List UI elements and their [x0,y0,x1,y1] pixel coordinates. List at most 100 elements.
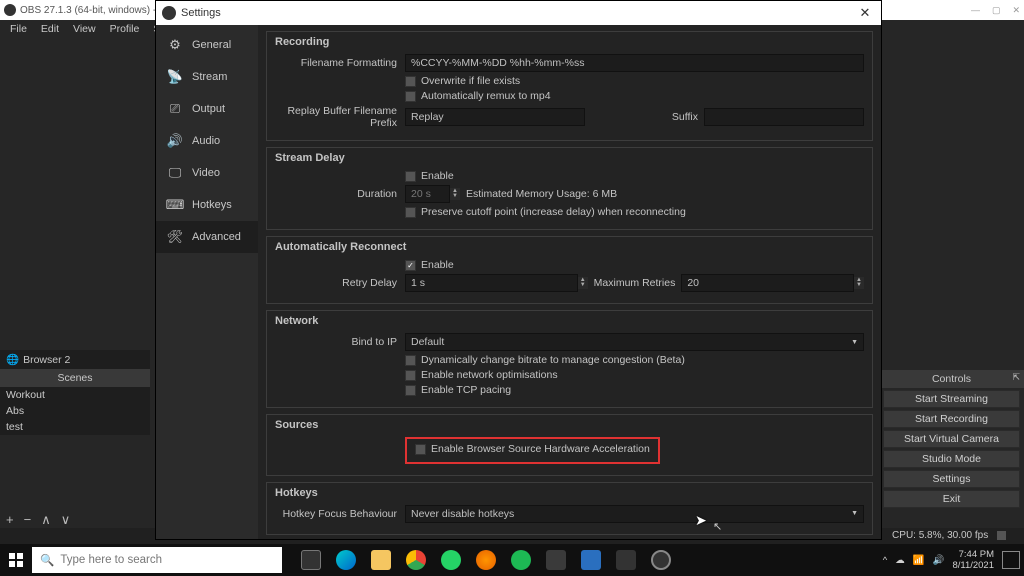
exit-button[interactable]: Exit [883,490,1020,508]
max-retries-label: Maximum Retries [594,277,676,289]
clock[interactable]: 7:44 PM 8/11/2021 [952,549,994,571]
output-icon: ⎚ [166,100,184,118]
speaker-icon: 🔊 [166,132,184,150]
down-icon[interactable]: ∨ [61,512,71,528]
spotify-icon[interactable] [504,544,538,576]
settings-dialog: Settings ✕ ⚙General 📡Stream ⎚Output 🔊Aud… [155,0,882,540]
preserve-cutoff-checkbox[interactable]: Preserve cutoff point (increase delay) w… [405,206,686,218]
start-streaming-button[interactable]: Start Streaming [883,390,1020,408]
monitor-icon: 🖵 [166,164,184,182]
reconnect-enable-checkbox[interactable]: ✓Enable [405,259,454,271]
minimize-icon[interactable]: — [971,5,980,16]
spinner-icon[interactable]: ▲▼ [854,277,864,289]
scenes-list: Workout Abs test [0,387,150,435]
sidebar-item-stream[interactable]: 📡Stream [156,61,258,93]
filename-formatting-input[interactable] [405,54,864,72]
settings-title: Settings [181,7,221,19]
gear-icon: ⚙ [166,36,184,54]
network-optimisations-checkbox[interactable]: Enable network optimisations [405,369,558,381]
studio-mode-button[interactable]: Studio Mode [883,450,1020,468]
menu-edit[interactable]: Edit [35,22,65,36]
popout-icon[interactable]: ⇱ [1012,372,1020,383]
scene-item[interactable]: Workout [0,387,150,403]
settings-content: Recording Filename Formatting Overwrite … [258,25,881,539]
scene-item[interactable]: Abs [0,403,150,419]
tcp-pacing-checkbox[interactable]: Enable TCP pacing [405,384,511,396]
tools-icon: 🛠 [166,228,184,246]
close-icon[interactable]: ✕ [1012,5,1020,16]
sidebar-item-audio[interactable]: 🔊Audio [156,125,258,157]
stream-delay-enable-checkbox[interactable]: Enable [405,170,454,182]
windows-icon [9,553,23,567]
taskbar-apps [294,544,678,576]
edge-icon[interactable] [329,544,363,576]
menu-profile[interactable]: Profile [104,22,146,36]
maximize-icon[interactable]: ▢ [992,5,1001,16]
chevron-down-icon: ▼ [851,510,858,517]
keyboard-icon: ⌨ [166,196,184,214]
recording-group: Recording Filename Formatting Overwrite … [266,31,873,141]
remove-icon[interactable]: − [24,512,32,528]
dynamic-bitrate-checkbox[interactable]: Dynamically change bitrate to manage con… [405,354,685,366]
menu-view[interactable]: View [67,22,102,36]
taskbar-search[interactable]: 🔍 Type here to search [32,547,282,573]
stream-delay-group: Stream Delay Enable Duration ▲▼ Estimate… [266,147,873,230]
max-retries-input[interactable] [681,274,854,292]
sidebar-item-video[interactable]: 🖵Video [156,157,258,189]
sources-group: Sources Enable Browser Source Hardware A… [266,414,873,476]
scene-item[interactable]: test [0,419,150,435]
sidebar-item-output[interactable]: ⎚Output [156,93,258,125]
duration-input[interactable] [405,185,450,203]
spinner-icon[interactable]: ▲▼ [578,277,588,289]
app-icon[interactable] [539,544,573,576]
wifi-icon[interactable]: 📶 [913,555,925,566]
up-icon[interactable]: ∧ [41,512,51,528]
spinner-icon[interactable]: ▲▼ [450,188,460,200]
firefox-icon[interactable] [469,544,503,576]
cloud-icon[interactable]: ☁ [895,555,905,566]
sidebar-item-hotkeys[interactable]: ⌨Hotkeys [156,189,258,221]
task-view-icon[interactable] [294,544,328,576]
start-recording-button[interactable]: Start Recording [883,410,1020,428]
main-window-title: OBS 27.1.3 (64-bit, windows) - P [20,5,166,16]
sidebar-item-general[interactable]: ⚙General [156,29,258,61]
chevron-down-icon: ▼ [851,339,858,346]
retry-delay-label: Retry Delay [275,277,405,289]
scenes-panel: 🌐 Browser 2 Scenes Workout Abs test [0,350,150,435]
status-text: CPU: 5.8%, 30.00 fps [892,530,988,541]
app-icon[interactable] [574,544,608,576]
whatsapp-icon[interactable] [434,544,468,576]
memory-usage-label: Estimated Memory Usage: 6 MB [466,188,617,200]
highlighted-option: Enable Browser Source Hardware Accelerat… [405,437,660,464]
obs-taskbar-icon[interactable] [644,544,678,576]
chevron-up-icon[interactable]: ^ [883,555,887,566]
app-icon[interactable] [609,544,643,576]
start-button[interactable] [0,544,32,576]
hotkey-focus-select[interactable]: Never disable hotkeys▼ [405,505,864,523]
explorer-icon[interactable] [364,544,398,576]
obs-icon [4,4,16,16]
retry-delay-input[interactable] [405,274,578,292]
chrome-icon[interactable] [399,544,433,576]
bind-ip-select[interactable]: Default▼ [405,333,864,351]
menu-file[interactable]: File [4,22,33,36]
auto-remux-checkbox[interactable]: Automatically remux to mp4 [405,90,551,102]
taskbar: 🔍 Type here to search ^ ☁ 📶 🔊 7:44 PM 8/… [0,544,1024,576]
add-icon[interactable]: + [6,512,14,528]
replay-prefix-input[interactable] [405,108,585,126]
sidebar-item-advanced[interactable]: 🛠Advanced [156,221,258,253]
settings-icon [162,6,176,20]
start-virtual-camera-button[interactable]: Start Virtual Camera [883,430,1020,448]
search-placeholder: Type here to search [60,554,162,566]
settings-button[interactable]: Settings [883,470,1020,488]
volume-icon[interactable]: 🔊 [933,555,945,566]
hotkey-focus-label: Hotkey Focus Behaviour [275,508,405,520]
browser-hw-accel-checkbox[interactable]: Enable Browser Source Hardware Accelerat… [415,443,650,455]
status-indicator-icon [997,531,1006,540]
notifications-icon[interactable] [1002,551,1020,569]
auto-reconnect-group: Automatically Reconnect ✓Enable Retry De… [266,236,873,304]
close-button[interactable]: ✕ [855,5,875,21]
overwrite-checkbox[interactable]: Overwrite if file exists [405,75,520,87]
suffix-input[interactable] [704,108,864,126]
bind-ip-label: Bind to IP [275,336,405,348]
